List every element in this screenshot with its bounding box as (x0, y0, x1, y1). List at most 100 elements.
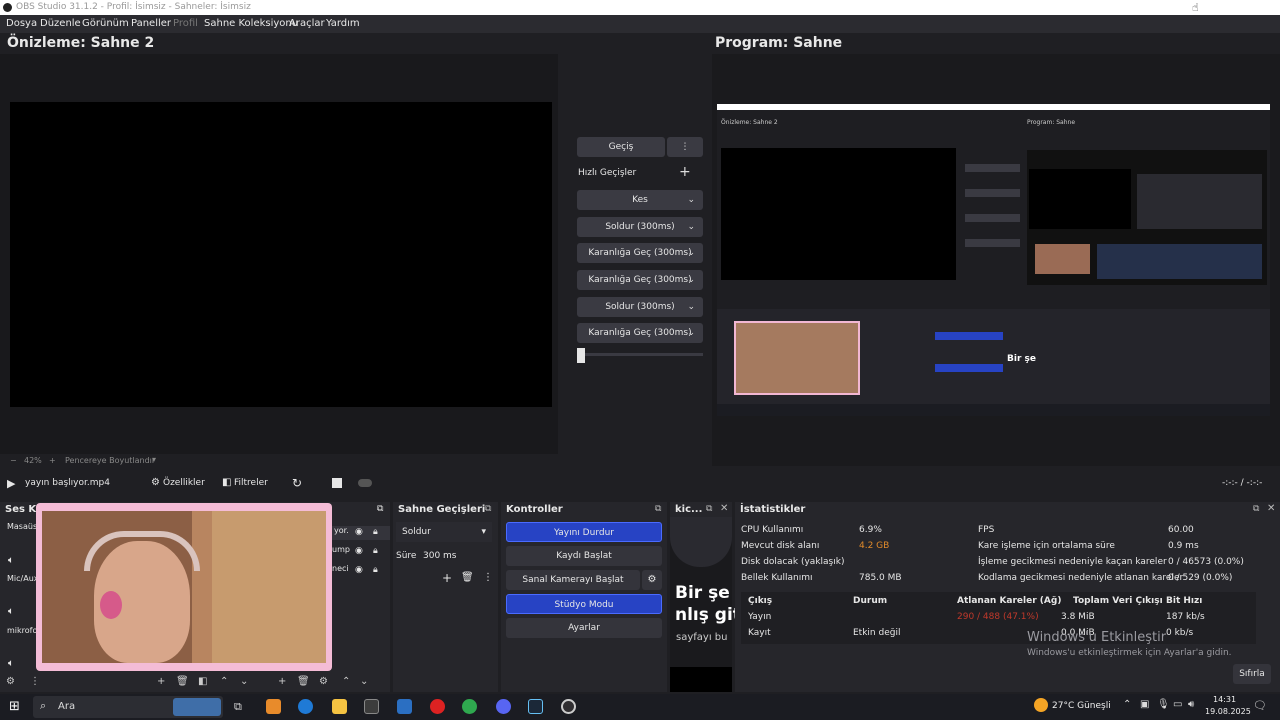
move-down-icon[interactable]: ⌄ (240, 676, 248, 687)
zoom-in-icon[interactable]: + (49, 456, 56, 465)
edge-icon[interactable] (298, 699, 313, 714)
fit-to-window[interactable]: Pencereye Boyutlandır (65, 456, 155, 465)
chevron-down-icon[interactable]: ▾ (152, 455, 156, 464)
dock-float-icon[interactable]: ⧉ (655, 504, 661, 514)
restart-icon[interactable]: ↻ (292, 476, 302, 490)
move-down-icon[interactable]: ⌄ (360, 676, 368, 687)
trash-icon[interactable]: 🗑︎ (297, 676, 310, 687)
reset-button[interactable]: Sıfırla (1233, 664, 1271, 684)
studio-mode-button[interactable]: Stüdyo Modu (506, 594, 662, 614)
stat-value: 0 / 529 (0.0%) (1168, 573, 1233, 583)
app-icon[interactable] (397, 699, 412, 714)
menu-view[interactable]: Görünüm (82, 18, 129, 29)
quick-transition-item[interactable]: Karanlığa Geç (300ms) ⌄ (577, 243, 703, 263)
close-icon[interactable]: ✕ (720, 503, 728, 514)
trash-icon[interactable]: 🗑︎ (176, 676, 189, 687)
zoom-out-icon[interactable]: − (10, 456, 17, 465)
eye-icon[interactable]: ◉ (355, 527, 363, 537)
volume-icon[interactable]: 🔊︎ (1188, 699, 1194, 710)
settings-button[interactable]: Ayarlar (506, 618, 662, 638)
transition-menu-button[interactable]: ⋮ (667, 137, 703, 157)
windows-start-icon[interactable]: ⊞ (9, 699, 20, 714)
menu-edit[interactable]: Düzenle (40, 18, 81, 29)
clock-time[interactable]: 14:31 (1213, 695, 1236, 704)
add-icon[interactable]: + (442, 571, 452, 585)
quick-transition-item[interactable]: Soldur (300ms) ⌄ (577, 217, 703, 237)
dock-float-icon[interactable]: ⧉ (1253, 504, 1259, 514)
clock-date[interactable]: 19.08.2025 (1205, 707, 1251, 716)
gear-icon[interactable]: ⚙ (642, 570, 662, 590)
quick-transition-item[interactable]: Karanlığa Geç (300ms) ⌄ (577, 270, 703, 290)
network-icon[interactable]: ▭ (1173, 699, 1182, 710)
opera-icon[interactable] (430, 699, 445, 714)
speaker-icon[interactable]: 🔈︎ (8, 658, 14, 669)
speaker-icon[interactable]: 🔈︎ (8, 555, 14, 566)
dock-float-icon[interactable]: ⧉ (706, 504, 712, 514)
move-up-icon[interactable]: ⌃ (342, 676, 350, 687)
menu-profile[interactable]: Profil (173, 18, 198, 29)
steam-icon[interactable] (528, 699, 543, 714)
quick-transition-item[interactable]: Karanlığa Geç (300ms) ⌄ (577, 323, 703, 343)
menu-help[interactable]: Yardım (326, 18, 360, 29)
speaker-icon[interactable]: 🔈︎ (8, 606, 14, 617)
transition-select[interactable]: Soldur ▾ (396, 522, 492, 542)
obs-icon[interactable] (561, 699, 576, 714)
source-item[interactable]: ump (332, 545, 350, 554)
microphone-icon[interactable]: 🎙︎ (1157, 699, 1170, 710)
lock-icon[interactable]: 🔒︎ (373, 546, 378, 556)
taskbar-search[interactable]: ⌕ Ara (33, 696, 223, 718)
duration-input[interactable]: 300 ms (418, 548, 488, 564)
chevron-up-icon[interactable]: ⌃ (1123, 699, 1131, 710)
dock-float-icon[interactable]: ⧉ (377, 504, 383, 514)
menu-tools[interactable]: Araçlar (289, 18, 325, 29)
filters-button[interactable]: Filtreler (234, 478, 268, 488)
folder-icon[interactable] (332, 699, 347, 714)
stop-streaming-button[interactable]: Yayını Durdur (506, 522, 662, 542)
quick-transition-item[interactable]: Kes ⌄ (577, 190, 703, 210)
start-virtual-camera-button[interactable]: Sanal Kamerayı Başlat (506, 570, 640, 590)
start-recording-button[interactable]: Kaydı Başlat (506, 546, 662, 566)
quick-transition-item[interactable]: Soldur (300ms) ⌄ (577, 297, 703, 317)
move-up-icon[interactable]: ⌃ (220, 676, 228, 687)
notifications-icon[interactable]: 🗨︎ (1253, 699, 1267, 712)
filter-icon[interactable]: ◧ (198, 676, 207, 687)
add-icon[interactable]: + (157, 676, 165, 687)
discord-icon[interactable] (496, 699, 511, 714)
add-quick-transition-icon[interactable]: + (679, 164, 691, 180)
table-cell: 187 kb/s (1166, 612, 1205, 622)
task-view-icon[interactable]: ⧉ (234, 700, 242, 714)
stop-icon[interactable] (332, 478, 342, 488)
eye-icon[interactable]: ◉ (355, 546, 363, 556)
transition-button[interactable]: Geçiş (577, 137, 665, 157)
more-icon[interactable]: ⋮ (30, 676, 40, 687)
menu-scene-collection[interactable]: Sahne Koleksiyonu (204, 18, 298, 29)
chrome-icon[interactable] (462, 699, 477, 714)
weather-text[interactable]: 27°C Güneşli (1052, 701, 1111, 711)
more-icon[interactable]: ⋮ (483, 572, 493, 583)
settings-icon[interactable]: ⚙ (6, 676, 15, 687)
close-icon[interactable]: ✕ (1267, 503, 1275, 514)
stats-title: İstatistikler (740, 504, 806, 515)
store-icon[interactable] (364, 699, 379, 714)
tbar-track[interactable] (577, 353, 703, 356)
dock-float-icon[interactable]: ⧉ (485, 504, 491, 514)
lock-icon[interactable]: 🔒︎ (373, 527, 378, 537)
source-item[interactable]: neci (332, 564, 349, 573)
lock-icon[interactable]: 🔒︎ (373, 565, 378, 575)
app-icon[interactable] (266, 699, 281, 714)
preview-canvas[interactable] (10, 102, 552, 407)
table-cell: Yayın (748, 612, 772, 622)
menu-file[interactable]: Dosya (6, 18, 37, 29)
tray-icon[interactable]: ▣ (1140, 699, 1149, 710)
tbar-handle[interactable] (577, 348, 585, 363)
gear-icon[interactable]: ⚙ (319, 676, 328, 687)
eye-icon[interactable]: ◉ (355, 565, 363, 575)
gear-icon[interactable]: ⚙ (151, 477, 160, 488)
menu-docks[interactable]: Paneller (131, 18, 171, 29)
play-icon[interactable]: ▶ (7, 477, 15, 490)
properties-button[interactable]: Özellikler (163, 478, 205, 488)
media-seek-slider[interactable] (358, 479, 372, 487)
filter-icon[interactable]: ◧ (222, 477, 231, 488)
trash-icon[interactable]: 🗑︎ (461, 572, 474, 583)
add-scene-icon[interactable]: + (278, 676, 286, 687)
